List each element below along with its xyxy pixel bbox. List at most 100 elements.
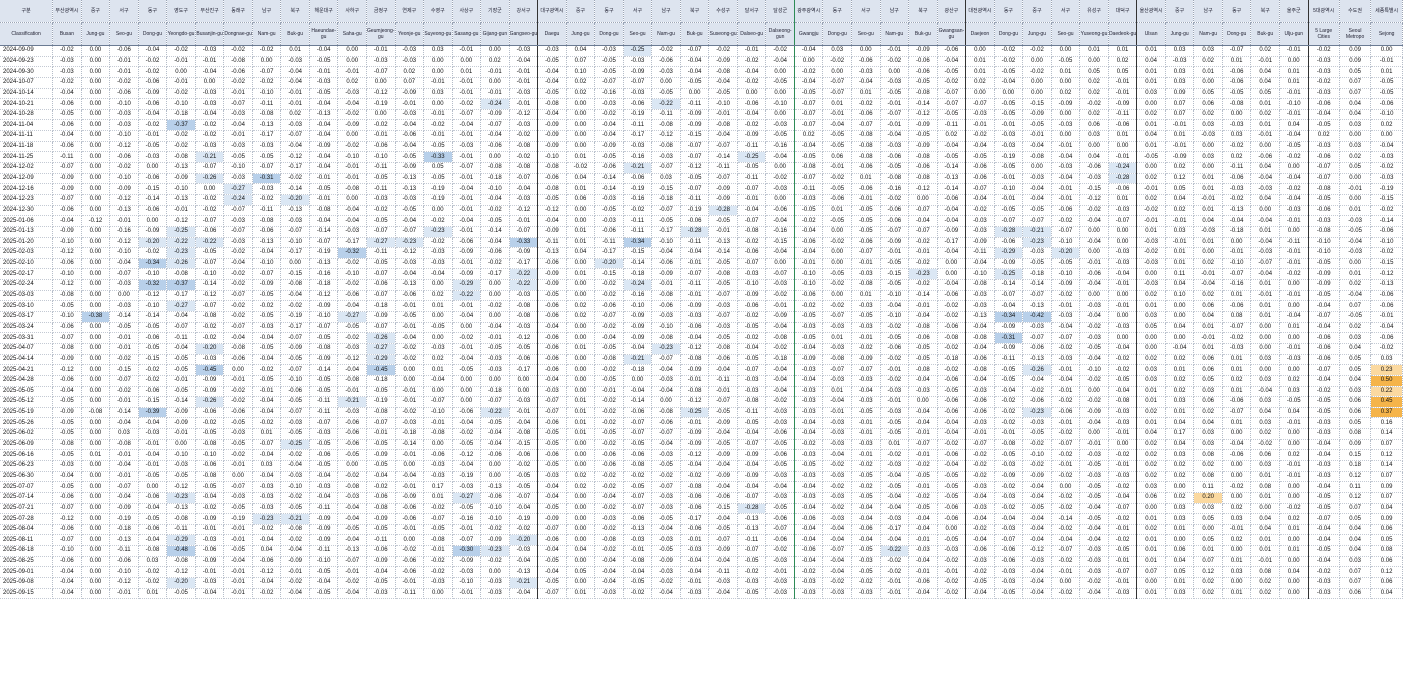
- value-cell[interactable]: 0.01: [1165, 130, 1195, 142]
- value-cell[interactable]: -0.05: [708, 332, 738, 344]
- value-cell[interactable]: -0.02: [880, 322, 910, 334]
- value-cell[interactable]: -0.11: [309, 396, 339, 408]
- value-cell[interactable]: -0.02: [937, 300, 967, 312]
- value-cell[interactable]: 0.01: [965, 66, 995, 78]
- value-cell[interactable]: -0.01: [195, 524, 225, 536]
- value-cell[interactable]: 0.14: [1370, 428, 1403, 440]
- value-cell[interactable]: -0.06: [52, 119, 82, 132]
- value-cell[interactable]: -0.02: [851, 460, 881, 472]
- value-cell[interactable]: -0.09: [309, 141, 339, 153]
- value-cell[interactable]: -0.06: [680, 492, 710, 504]
- value-cell[interactable]: 0.05: [1165, 566, 1195, 579]
- row-date[interactable]: 2024-09-30: [0, 66, 54, 78]
- value-cell[interactable]: -0.05: [480, 343, 510, 355]
- value-cell[interactable]: -0.06: [1051, 407, 1081, 419]
- value-cell[interactable]: -0.01: [1108, 524, 1138, 536]
- value-cell[interactable]: -0.09: [623, 322, 653, 334]
- value-cell[interactable]: 0.06: [1193, 396, 1223, 408]
- value-cell[interactable]: -0.03: [1222, 183, 1252, 195]
- value-cell[interactable]: -0.10: [280, 375, 310, 387]
- value-cell[interactable]: -0.11: [166, 524, 196, 536]
- value-cell[interactable]: -0.02: [52, 45, 82, 57]
- value-cell[interactable]: 0.03: [1222, 566, 1252, 579]
- value-cell[interactable]: -0.01: [1250, 56, 1280, 68]
- value-cell[interactable]: 0.00: [452, 56, 482, 68]
- value-cell[interactable]: -0.16: [452, 513, 482, 525]
- value-cell[interactable]: 0.01: [1136, 417, 1166, 430]
- value-cell[interactable]: -0.06: [651, 417, 681, 430]
- value-cell[interactable]: 0.00: [1222, 545, 1252, 557]
- value-cell[interactable]: -0.11: [366, 247, 396, 259]
- value-cell[interactable]: -0.17: [623, 130, 653, 142]
- value-cell[interactable]: -0.06: [1222, 396, 1252, 408]
- value-cell[interactable]: 0.00: [1136, 268, 1166, 281]
- value-cell[interactable]: 0.00: [1222, 471, 1252, 483]
- value-cell[interactable]: -0.03: [594, 588, 624, 600]
- value-cell[interactable]: 0.01: [566, 343, 596, 355]
- value-cell[interactable]: -0.04: [1022, 524, 1052, 536]
- value-cell[interactable]: -0.05: [708, 439, 738, 451]
- value-cell[interactable]: -0.01: [994, 428, 1024, 440]
- value-cell[interactable]: 0.00: [81, 119, 111, 132]
- value-cell[interactable]: 0.01: [851, 173, 881, 185]
- value-cell[interactable]: -0.09: [366, 449, 396, 461]
- value-cell[interactable]: -0.04: [1079, 588, 1109, 600]
- value-cell[interactable]: 0.00: [566, 141, 596, 153]
- value-cell[interactable]: 0.01: [880, 439, 910, 451]
- value-cell[interactable]: -0.14: [623, 396, 653, 408]
- value-cell[interactable]: 0.00: [81, 343, 111, 355]
- value-cell[interactable]: -0.01: [708, 109, 738, 121]
- value-cell[interactable]: -0.04: [1339, 237, 1372, 249]
- value-cell[interactable]: 0.12: [1193, 566, 1223, 579]
- value-cell[interactable]: -0.01: [680, 290, 710, 302]
- value-cell[interactable]: -0.07: [195, 215, 225, 227]
- value-cell[interactable]: 0.00: [81, 268, 111, 281]
- value-cell[interactable]: 0.01: [1222, 354, 1252, 366]
- value-cell[interactable]: -0.14: [1370, 215, 1403, 227]
- value-cell[interactable]: 0.00: [822, 290, 853, 302]
- value-cell[interactable]: -0.05: [765, 77, 795, 89]
- value-cell[interactable]: -0.26: [166, 258, 196, 270]
- value-cell[interactable]: -0.01: [395, 386, 425, 398]
- value-cell[interactable]: 0.05: [1193, 513, 1223, 525]
- value-cell[interactable]: -0.04: [822, 566, 853, 579]
- value-cell[interactable]: -0.04: [452, 215, 482, 227]
- value-cell[interactable]: -0.05: [794, 332, 824, 344]
- value-cell[interactable]: -0.04: [52, 215, 82, 227]
- value-cell[interactable]: -0.06: [1370, 226, 1403, 238]
- value-cell[interactable]: -0.12: [395, 247, 425, 259]
- value-cell[interactable]: -0.07: [366, 268, 396, 281]
- value-cell[interactable]: -0.02: [594, 396, 624, 408]
- value-cell[interactable]: -0.07: [366, 322, 396, 334]
- row-date[interactable]: 2024-12-16: [0, 183, 54, 195]
- value-cell[interactable]: -0.07: [252, 439, 282, 451]
- value-cell[interactable]: -0.08: [651, 290, 681, 302]
- row-date[interactable]: 2025-03-03: [0, 290, 54, 302]
- value-cell[interactable]: -0.04: [794, 481, 824, 493]
- value-cell[interactable]: 0.03: [1370, 354, 1403, 366]
- value-cell[interactable]: -0.28: [737, 503, 767, 515]
- value-cell[interactable]: -0.14: [480, 226, 510, 238]
- value-cell[interactable]: -0.23: [1022, 237, 1052, 249]
- value-cell[interactable]: -0.06: [1308, 151, 1340, 164]
- value-cell[interactable]: -0.04: [1308, 449, 1340, 461]
- value-cell[interactable]: -0.01: [965, 428, 995, 440]
- value-cell[interactable]: -0.03: [851, 300, 881, 312]
- value-cell[interactable]: 0.01: [1222, 417, 1252, 430]
- value-cell[interactable]: -0.19: [623, 183, 653, 195]
- value-cell[interactable]: -0.05: [1108, 545, 1138, 557]
- value-cell[interactable]: -0.03: [1051, 354, 1081, 366]
- value-cell[interactable]: 0.00: [1279, 534, 1309, 547]
- value-cell[interactable]: 0.12: [1339, 492, 1372, 504]
- value-cell[interactable]: -0.13: [965, 311, 995, 323]
- value-cell[interactable]: 0.03: [1193, 428, 1223, 440]
- value-cell[interactable]: -0.06: [794, 237, 824, 249]
- value-cell[interactable]: -0.11: [994, 354, 1024, 366]
- value-cell[interactable]: 0.04: [1193, 311, 1223, 323]
- value-cell[interactable]: -0.05: [109, 322, 139, 334]
- value-cell[interactable]: 0.01: [1339, 205, 1372, 217]
- value-cell[interactable]: -0.07: [794, 119, 824, 132]
- value-cell[interactable]: -0.01: [1108, 577, 1138, 589]
- value-cell[interactable]: 0.01: [566, 417, 596, 430]
- value-cell[interactable]: 0.05: [1193, 375, 1223, 387]
